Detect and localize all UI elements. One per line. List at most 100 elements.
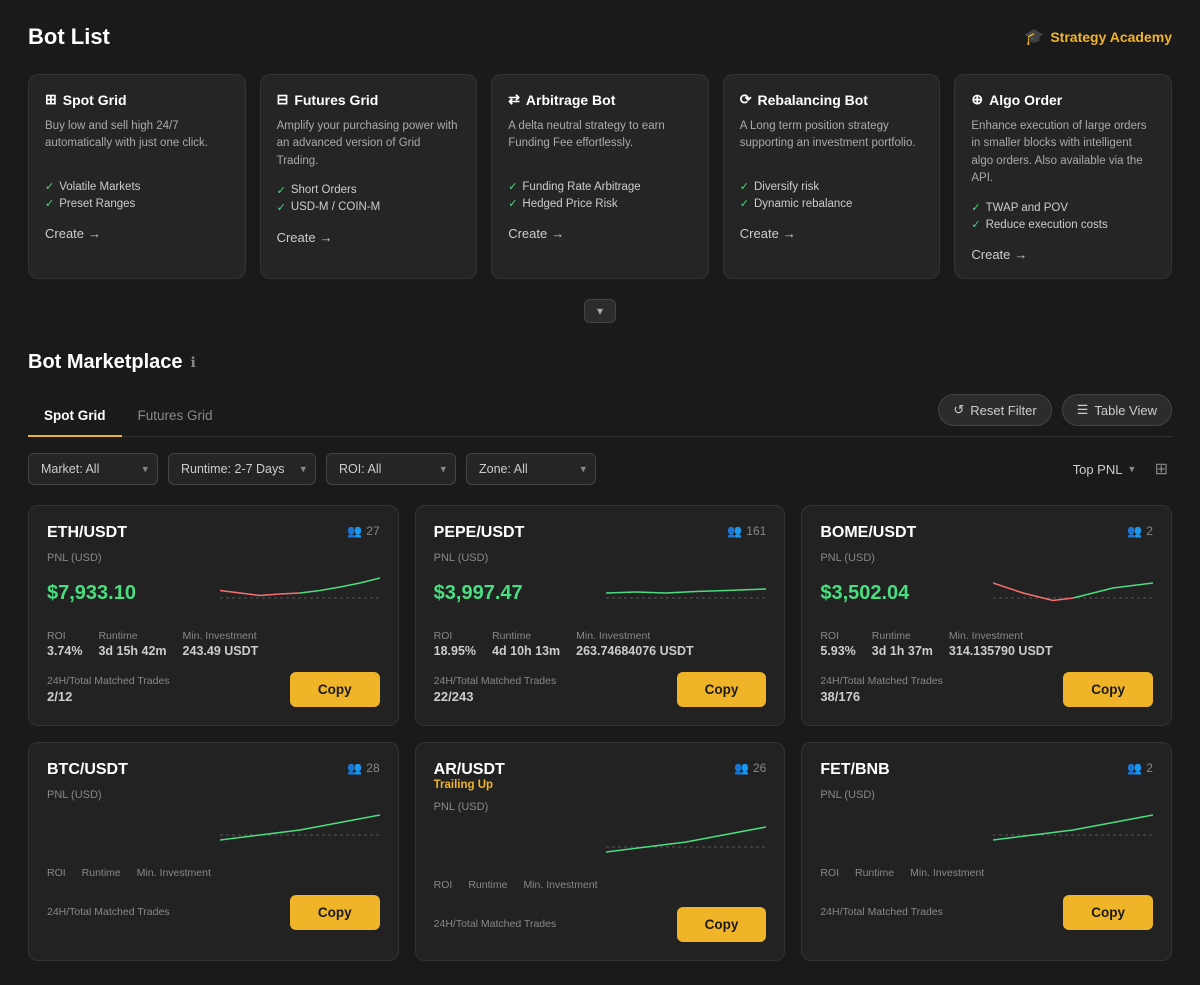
- stats-row-1: ROI 18.95% Runtime 4d 10h 13m Min. Inves…: [434, 630, 767, 658]
- bot-card-title-1: ⊟ Futures Grid: [277, 91, 461, 108]
- chart-svg: [993, 568, 1153, 618]
- market-card-0: ETH/USDT 👥 27 PNL (USD) $7,933.10 ROI 3.…: [28, 505, 399, 726]
- min-inv-stat-1: Min. Investment 263.74684076 USDT: [576, 630, 693, 658]
- feature-item: ✓Funding Rate Arbitrage: [508, 180, 692, 193]
- feature-item: ✓Hedged Price Risk: [508, 197, 692, 210]
- pnl-value-1: $3,997.47: [434, 582, 523, 605]
- roi-filter-wrapper: ROI: All: [326, 453, 456, 485]
- strategy-icon: 🎓: [1024, 27, 1044, 47]
- page-header: Bot List 🎓 Strategy Academy: [28, 24, 1172, 50]
- runtime-stat-5: Runtime: [855, 867, 894, 881]
- trades-info-5: 24H/Total Matched Trades: [820, 906, 943, 920]
- filter-settings-button[interactable]: ⊞: [1151, 455, 1172, 483]
- market-card-header-1: PEPE/USDT 👥 161: [434, 524, 767, 542]
- marketplace-tab-1[interactable]: Futures Grid: [122, 398, 229, 437]
- roi-stat-5: ROI: [820, 867, 839, 881]
- check-icon: ✓: [508, 180, 517, 193]
- marketplace-title: Bot Marketplace: [28, 351, 183, 374]
- market-filter-wrapper: Market: All: [28, 453, 158, 485]
- marketplace-header: Bot Marketplace ℹ: [28, 351, 1172, 374]
- bot-card-0[interactable]: ⊞ Spot Grid Buy low and sell high 24/7 a…: [28, 74, 246, 279]
- reset-icon: ↺: [953, 402, 964, 418]
- bot-card-create-0[interactable]: Create →: [45, 226, 229, 241]
- bot-card-title-0: ⊞ Spot Grid: [45, 91, 229, 108]
- expand-row: ▾: [28, 299, 1172, 323]
- bot-card-icon-2: ⇄: [508, 91, 520, 108]
- stats-row-4: ROI Runtime Min. Investment: [434, 879, 767, 893]
- pnl-row-4: [434, 817, 767, 867]
- trades-info-3: 24H/Total Matched Trades: [47, 906, 170, 920]
- bot-card-title-2: ⇄ Arbitrage Bot: [508, 91, 692, 108]
- market-badge-4: Trailing Up: [434, 779, 505, 791]
- strategy-academy-link[interactable]: 🎓 Strategy Academy: [1024, 27, 1172, 47]
- chart-svg: [220, 568, 380, 618]
- copy-button-2[interactable]: Copy: [1063, 672, 1153, 707]
- market-pair-0: ETH/USDT: [47, 524, 127, 542]
- card-footer-1: 24H/Total Matched Trades 22/243 Copy: [434, 672, 767, 707]
- bot-card-desc-4: Enhance execution of large orders in sma…: [971, 118, 1155, 187]
- check-icon: ✓: [45, 180, 54, 193]
- reset-filter-button[interactable]: ↺ Reset Filter: [938, 394, 1051, 426]
- marketplace-tab-0[interactable]: Spot Grid: [28, 398, 122, 437]
- check-icon: ✓: [45, 197, 54, 210]
- bot-card-create-2[interactable]: Create →: [508, 226, 692, 241]
- table-icon: ☰: [1077, 402, 1089, 418]
- runtime-filter[interactable]: Runtime: 2-7 Days: [168, 453, 316, 485]
- runtime-stat-4: Runtime: [468, 879, 507, 893]
- bot-card-3[interactable]: ⟳ Rebalancing Bot A Long term position s…: [723, 74, 941, 279]
- card-footer-2: 24H/Total Matched Trades 38/176 Copy: [820, 672, 1153, 707]
- arrow-icon: →: [320, 230, 333, 245]
- copy-button-0[interactable]: Copy: [290, 672, 380, 707]
- arrow-icon: →: [551, 226, 564, 241]
- tabs-actions-bar: Spot GridFutures Grid ↺ Reset Filter ☰ T…: [28, 394, 1172, 437]
- filters-row: Market: All Runtime: 2-7 Days ROI: All Z…: [28, 453, 1172, 485]
- runtime-stat-2: Runtime 3d 1h 37m: [872, 630, 933, 658]
- users-icon-3: 👥: [347, 761, 362, 775]
- bot-card-4[interactable]: ⊕ Algo Order Enhance execution of large …: [954, 74, 1172, 279]
- user-count-0: 👥 27: [347, 524, 379, 538]
- bot-card-icon-1: ⊟: [277, 91, 289, 108]
- copy-button-4[interactable]: Copy: [677, 907, 767, 942]
- check-icon: ✓: [277, 201, 286, 214]
- market-filter[interactable]: Market: All: [28, 453, 158, 485]
- market-pair-3: BTC/USDT: [47, 761, 128, 779]
- feature-item: ✓Diversify risk: [740, 180, 924, 193]
- roi-stat-0: ROI 3.74%: [47, 630, 82, 658]
- feature-item: ✓Volatile Markets: [45, 180, 229, 193]
- copy-button-5[interactable]: Copy: [1063, 895, 1153, 930]
- arrow-icon: →: [1014, 247, 1027, 262]
- sort-select-wrapper: Top PNL: [1073, 462, 1143, 477]
- bot-card-1[interactable]: ⊟ Futures Grid Amplify your purchasing p…: [260, 74, 478, 279]
- bot-card-create-4[interactable]: Create →: [971, 247, 1155, 262]
- pnl-value-0: $7,933.10: [47, 582, 136, 605]
- copy-button-1[interactable]: Copy: [677, 672, 767, 707]
- user-count-3: 👥 28: [347, 761, 379, 775]
- bot-card-create-3[interactable]: Create →: [740, 226, 924, 241]
- pnl-label-0: PNL (USD): [47, 552, 380, 564]
- pnl-label-2: PNL (USD): [820, 552, 1153, 564]
- table-view-button[interactable]: ☰ Table View: [1062, 394, 1172, 426]
- page-title: Bot List: [28, 24, 110, 50]
- roi-stat-1: ROI 18.95%: [434, 630, 476, 658]
- bot-card-features-0: ✓Volatile Markets✓Preset Ranges: [45, 180, 229, 210]
- bot-card-icon-4: ⊕: [971, 91, 983, 108]
- pnl-row-3: [47, 805, 380, 855]
- bot-card-title-4: ⊕ Algo Order: [971, 91, 1155, 108]
- runtime-filter-wrapper: Runtime: 2-7 Days: [168, 453, 316, 485]
- roi-filter[interactable]: ROI: All: [326, 453, 456, 485]
- info-icon[interactable]: ℹ: [191, 354, 196, 371]
- check-icon: ✓: [740, 180, 749, 193]
- copy-button-3[interactable]: Copy: [290, 895, 380, 930]
- sort-select[interactable]: Top PNL: [1073, 462, 1143, 477]
- bot-card-create-1[interactable]: Create →: [277, 230, 461, 245]
- trades-info-1: 24H/Total Matched Trades 22/243: [434, 675, 557, 704]
- users-icon-1: 👥: [727, 524, 742, 538]
- bot-card-features-3: ✓Diversify risk✓Dynamic rebalance: [740, 180, 924, 210]
- runtime-stat-0: Runtime 3d 15h 42m: [98, 630, 166, 658]
- min-inv-stat-0: Min. Investment 243.49 USDT: [183, 630, 259, 658]
- bot-card-2[interactable]: ⇄ Arbitrage Bot A delta neutral strategy…: [491, 74, 709, 279]
- pnl-row-0: $7,933.10: [47, 568, 380, 618]
- expand-button[interactable]: ▾: [584, 299, 616, 323]
- zone-filter[interactable]: Zone: All: [466, 453, 596, 485]
- bot-type-cards: ⊞ Spot Grid Buy low and sell high 24/7 a…: [28, 74, 1172, 279]
